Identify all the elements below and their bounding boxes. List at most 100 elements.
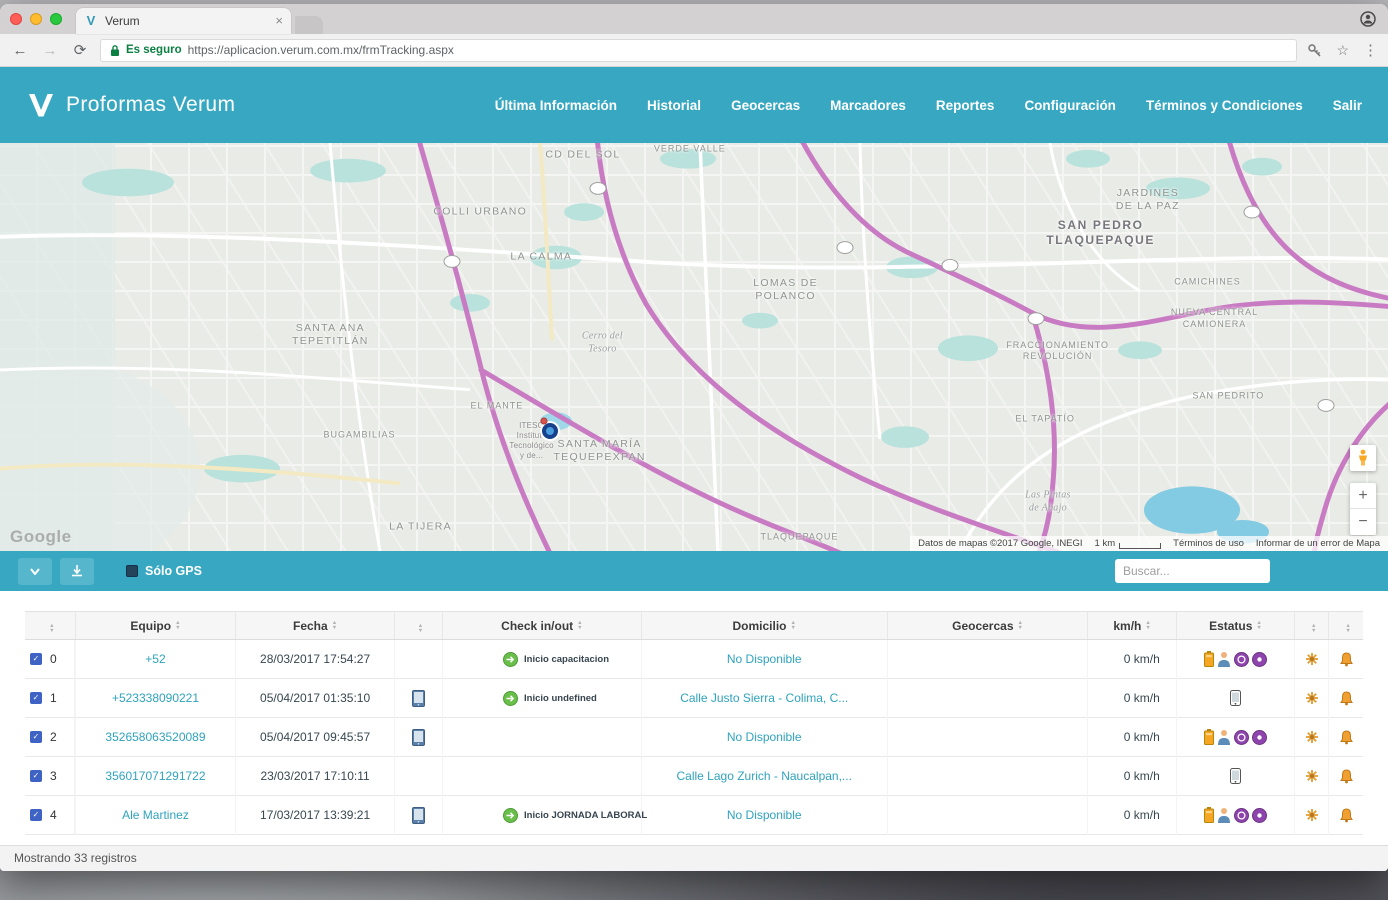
lock-icon <box>111 44 119 56</box>
nav-salir[interactable]: Salir <box>1333 98 1362 113</box>
browser-tab[interactable]: V Verum × <box>76 7 291 34</box>
nav-geocercas[interactable]: Geocercas <box>731 98 800 113</box>
new-tab-button[interactable] <box>295 15 323 34</box>
login-icon <box>502 651 518 667</box>
bookmark-star-icon[interactable]: ☆ <box>1336 42 1349 59</box>
equipo-link[interactable]: +523338090221 <box>112 691 199 705</box>
fecha-cell: 17/03/2017 13:39:21 <box>235 795 395 835</box>
battery-icon <box>1203 729 1214 745</box>
domicilio-link[interactable]: No Disponible <box>727 730 802 744</box>
table-row[interactable]: ✓ 2 352658063520089 05/04/2017 09:45:57 No D… <box>25 717 1363 757</box>
domicilio-link[interactable]: No Disponible <box>727 808 802 822</box>
map-roads <box>0 142 1388 552</box>
alert-cell-2[interactable] <box>1329 679 1363 718</box>
alert-cell-1[interactable] <box>1294 639 1330 679</box>
alert-cell-1[interactable] <box>1294 795 1330 835</box>
back-button[interactable]: ← <box>10 42 30 59</box>
col-header-domicilio[interactable]: Domicilio ▲ ▼ <box>641 611 888 640</box>
col-header-geocercas[interactable]: Geocercas ▲ ▼ <box>887 611 1089 640</box>
nav-reportes[interactable]: Reportes <box>936 98 995 113</box>
forward-button[interactable]: → <box>40 42 60 59</box>
maximize-window-button[interactable] <box>50 12 62 25</box>
row-checkbox[interactable]: ✓ <box>30 653 42 665</box>
status-cell <box>1176 795 1296 835</box>
app-logo[interactable]: Proformas Verum <box>26 90 235 120</box>
vehicle-marker[interactable] <box>541 422 558 439</box>
sort-icon[interactable]: ▲ ▼ <box>791 620 796 630</box>
col-header-km-h[interactable]: km/h ▲ ▼ <box>1087 611 1177 640</box>
nav--ltima-informaci-n[interactable]: Última Información <box>495 98 617 113</box>
col-header[interactable]: ▲ ▼ <box>1294 611 1330 640</box>
zoom-out-button[interactable]: − <box>1350 509 1376 535</box>
domicilio-link[interactable]: No Disponible <box>727 652 802 666</box>
key-icon[interactable] <box>1307 43 1322 58</box>
nav-historial[interactable]: Historial <box>647 98 701 113</box>
search-input[interactable] <box>1115 559 1270 584</box>
table-row[interactable]: ✓ 3 356017071291722 23/03/2017 17:10:11 Call… <box>25 756 1363 796</box>
row-checkbox[interactable]: ✓ <box>30 809 42 821</box>
tablet-icon <box>411 806 425 824</box>
row-checkbox[interactable]: ✓ <box>30 770 42 782</box>
badge-b-icon <box>1251 651 1267 667</box>
nav-configuraci-n[interactable]: Configuración <box>1024 98 1116 113</box>
sort-icon[interactable]: ▲ ▼ <box>1345 624 1350 634</box>
zoom-in-button[interactable]: + <box>1350 483 1376 509</box>
profile-icon[interactable] <box>1360 11 1376 27</box>
col-header[interactable]: ▲ ▼ <box>394 611 444 640</box>
address-bar[interactable]: Es seguro https://aplicacion.verum.com.m… <box>100 38 1298 62</box>
sort-icon[interactable]: ▲ ▼ <box>1256 620 1261 630</box>
download-button[interactable] <box>60 557 94 585</box>
col-header[interactable]: ▲ ▼ <box>1328 611 1363 640</box>
alert-cell-2[interactable] <box>1329 718 1363 757</box>
sort-icon[interactable]: ▲ ▼ <box>49 624 54 634</box>
domicilio-link[interactable]: Calle Justo Sierra - Colima, C... <box>680 691 848 705</box>
alert-cell-2[interactable] <box>1329 796 1363 835</box>
browser-menu-icon[interactable]: ⋮ <box>1363 41 1378 59</box>
equipo-link[interactable]: +52 <box>145 652 165 666</box>
alert-cell-2[interactable] <box>1329 757 1363 796</box>
collapse-table-button[interactable] <box>18 557 52 585</box>
row-index: 3 <box>50 769 57 783</box>
sort-icon[interactable]: ▲ ▼ <box>577 620 582 630</box>
row-checkbox[interactable]: ✓ <box>30 731 42 743</box>
alert-cell-1[interactable] <box>1294 756 1330 796</box>
report-error-link[interactable]: Informar de un error de Mapa <box>1256 538 1380 549</box>
alert-cell-1[interactable] <box>1294 678 1330 718</box>
table-row[interactable]: ✓ 4 Ale Martinez 17/03/2017 13:39:21 Inicio … <box>25 795 1363 835</box>
sort-icon[interactable]: ▲ ▼ <box>1311 624 1316 634</box>
equipo-link[interactable]: Ale Martinez <box>122 808 189 822</box>
nav-t-rminos-y-condiciones[interactable]: Términos y Condiciones <box>1146 98 1303 113</box>
minimize-window-button[interactable] <box>30 12 42 25</box>
sort-icon[interactable]: ▲ ▼ <box>1145 620 1150 630</box>
table-row[interactable]: ✓ 0 +52 28/03/2017 17:54:27 Inicio capacitac… <box>25 639 1363 679</box>
domicilio-link[interactable]: Calle Lago Zurich - Naucalpan,... <box>677 769 852 783</box>
status-cell <box>1176 639 1296 679</box>
col-header-equipo[interactable]: Equipo ▲ ▼ <box>75 611 237 640</box>
row-checkbox[interactable]: ✓ <box>30 692 42 704</box>
sort-icon[interactable]: ▲ ▼ <box>175 620 180 630</box>
check-label: Inicio JORNADA LABORAL <box>524 809 648 821</box>
col-header[interactable]: ▲ ▼ <box>25 611 76 640</box>
solo-gps-checkbox[interactable] <box>126 565 138 578</box>
close-window-button[interactable] <box>10 12 22 25</box>
col-label: Domicilio <box>732 618 787 633</box>
terms-link[interactable]: Términos de uso <box>1173 538 1244 549</box>
sort-icon[interactable]: ▲ ▼ <box>1018 620 1023 630</box>
alert-cell-1[interactable] <box>1294 717 1330 757</box>
speed-cell: 0 km/h <box>1087 756 1177 796</box>
street-view-pegman[interactable] <box>1350 444 1376 471</box>
tab-close-icon[interactable]: × <box>275 13 283 28</box>
equipo-link[interactable]: 356017071291722 <box>105 769 205 783</box>
reload-button[interactable]: ⟳ <box>70 41 90 59</box>
col-label: Geocercas <box>952 618 1014 633</box>
sort-icon[interactable]: ▲ ▼ <box>418 624 423 634</box>
col-header-estatus[interactable]: Estatus ▲ ▼ <box>1176 611 1296 640</box>
table-row[interactable]: ✓ 1 +523338090221 05/04/2017 01:35:10 Inicio… <box>25 678 1363 718</box>
col-header-check-in-out[interactable]: Check in/out ▲ ▼ <box>442 611 642 640</box>
map-canvas[interactable]: CD DEL SOL VERDE VALLE COLLI URBANO LA CALM… <box>0 142 1388 552</box>
equipo-link[interactable]: 352658063520089 <box>105 730 205 744</box>
nav-marcadores[interactable]: Marcadores <box>830 98 906 113</box>
sort-icon[interactable]: ▲ ▼ <box>332 620 337 630</box>
col-header-fecha[interactable]: Fecha ▲ ▼ <box>235 611 395 640</box>
alert-cell-2[interactable] <box>1329 640 1363 679</box>
